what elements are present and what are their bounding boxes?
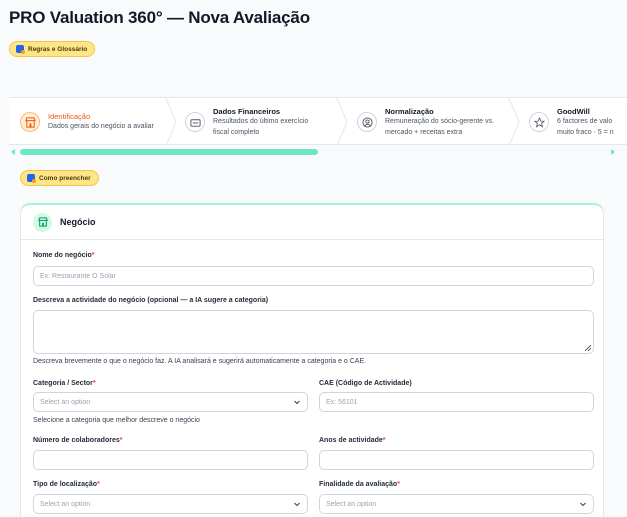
category-select-value: Select an option [40, 398, 91, 406]
step-identificacao[interactable]: Identificação Dados gerais do negócio a … [20, 98, 154, 144]
section-header: Negócio [21, 205, 603, 240]
store-icon [33, 212, 52, 232]
section-title: Negócio [60, 217, 96, 227]
step-separator [508, 98, 520, 144]
years-label: Anos de actividade* [319, 437, 386, 444]
user-icon [357, 112, 377, 132]
purpose-select-value: Select an option [326, 500, 377, 508]
wizard-stepper: Identificação Dados gerais do negócio a … [9, 97, 627, 145]
step-desc: 6 factores de valo [557, 118, 613, 125]
step-separator [165, 98, 177, 144]
rules-glossary-button[interactable]: Regras e Glossário [9, 41, 96, 57]
location-type-select-value: Select an option [40, 500, 91, 508]
category-label: Categoria / Sector* [33, 380, 96, 387]
activity-textarea[interactable] [33, 310, 594, 354]
chevron-down-icon [294, 400, 300, 405]
resize-handle-icon[interactable] [585, 345, 591, 351]
purpose-select[interactable]: Select an option [319, 494, 594, 514]
cae-input[interactable] [319, 392, 594, 412]
step-title: Identificação [48, 112, 91, 122]
employees-label: Número de colaboradores* [33, 437, 123, 444]
scroll-left-arrow-icon[interactable] [11, 149, 15, 155]
how-to-fill-button[interactable]: Como preencher [20, 170, 99, 186]
category-select[interactable]: Select an option [33, 392, 308, 412]
activity-label: Descreva a actividade do negócio (opcion… [33, 297, 269, 304]
business-name-input[interactable] [33, 266, 594, 286]
location-type-label: Tipo de localização* [33, 481, 100, 488]
step-desc-2: fiscal completo [213, 128, 260, 136]
how-to-fill-label: Como preencher [39, 174, 91, 182]
location-type-select[interactable]: Select an option [33, 494, 308, 514]
category-help-text: Selecione a categoria que melhor descrev… [33, 417, 200, 424]
chevron-down-icon [580, 502, 586, 507]
step-separator [336, 98, 348, 144]
business-name-label: Nome do negócio* [33, 252, 95, 259]
step-title: GoodWill [557, 107, 590, 116]
rules-glossary-label: Regras e Glossário [28, 45, 88, 53]
step-goodwill[interactable]: GoodWill 6 factores de valo muito fraco … [529, 98, 614, 144]
step-title: Normalização [385, 107, 434, 116]
step-dados-financeiros[interactable]: Dados Financeiros Resultados do último e… [185, 98, 309, 144]
scroll-right-arrow-icon[interactable] [611, 149, 615, 155]
step-desc: Dados gerais do negócio a avaliar [48, 123, 154, 131]
business-section-card: Negócio Nome do negócio* Descreva a acti… [20, 203, 604, 517]
cae-label: CAE (Código de Actividade) [319, 380, 412, 387]
step-normalizacao[interactable]: Normalização Remuneração do sócio-gerent… [357, 98, 494, 144]
store-icon [20, 112, 40, 132]
chevron-down-icon [294, 502, 300, 507]
step-desc-2: muito fraco · 5 = n [557, 128, 614, 136]
step-desc: Remuneração do sócio-gerente vs. [385, 118, 494, 125]
page-title: PRO Valuation 360° — Nova Avaliação [9, 8, 310, 27]
stepper-scrollbar[interactable] [20, 149, 318, 155]
book-icon [16, 45, 25, 54]
employees-input[interactable] [33, 450, 308, 470]
purpose-label: Finalidade da avaliação* [319, 481, 400, 488]
wallet-icon [185, 112, 205, 132]
step-desc-2: mercado + receitas extra [385, 128, 463, 136]
star-icon [529, 112, 549, 132]
step-desc: Resultados do último exercício [213, 118, 309, 125]
years-input[interactable] [319, 450, 594, 470]
step-title: Dados Financeiros [213, 107, 281, 116]
book-icon [27, 174, 36, 183]
activity-help-text: Descreva brevemente o que o negócio faz.… [33, 358, 367, 365]
